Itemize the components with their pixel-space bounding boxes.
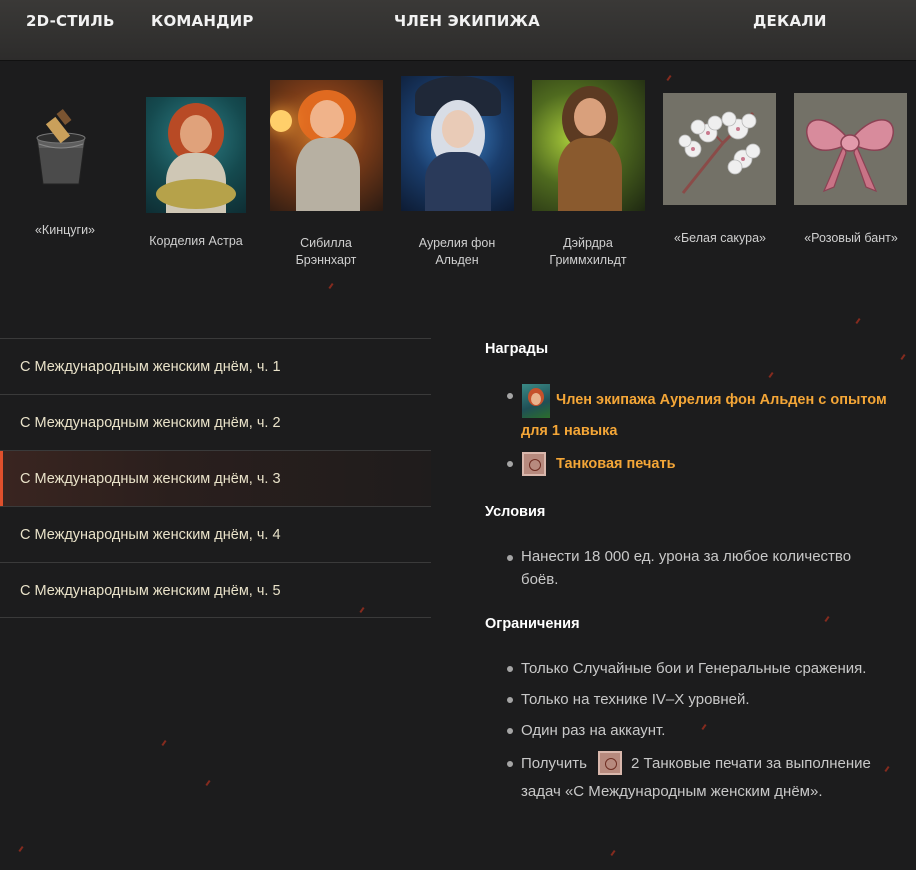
ember-decoration: [610, 849, 616, 857]
restriction-2: Только на технике IV–X уровней.: [521, 691, 750, 708]
ember-decoration: [855, 317, 861, 325]
restrictions-title: Ограничения: [485, 616, 580, 632]
bullet: [507, 393, 513, 399]
mission-item-3-active[interactable]: С Международным женским днём, ч. 3: [0, 450, 431, 506]
header-style: 2D-СТИЛЬ: [26, 12, 115, 30]
crew-reward-avatar: [522, 384, 550, 418]
condition-text-line2: боёв.: [521, 571, 559, 588]
commander-portrait[interactable]: [146, 97, 246, 213]
rewards-title: Награды: [485, 341, 549, 357]
restriction-3: Один раз на аккаунт.: [521, 722, 666, 739]
reward-tank-seal-link[interactable]: Танковая печать: [556, 448, 675, 480]
condition-text-line1: Нанести 18 000 ед. урона за любое количе…: [521, 548, 852, 565]
decal-pink-bow[interactable]: [794, 93, 907, 205]
decal-caption-sakura: «Белая сакура»: [674, 231, 766, 245]
restriction-4-line2: задач «С Международным женским днём».: [521, 783, 823, 800]
bullet: [507, 728, 513, 734]
page: 2D-СТИЛЬ КОМАНДИР ЧЛЕН ЭКИПИЖА ДЕКАЛИ «К…: [0, 0, 916, 870]
ember-decoration: [18, 845, 24, 853]
paint-bucket-icon[interactable]: [25, 108, 97, 188]
ember-decoration: [884, 765, 890, 773]
header-crew: ЧЛЕН ЭКИПИЖА: [394, 12, 540, 30]
header-decals: ДЕКАЛИ: [753, 12, 827, 30]
ember-decoration: [161, 739, 167, 747]
tank-seal-icon: [598, 751, 622, 775]
reward-crew-link-line2[interactable]: для 1 навыка: [521, 415, 617, 447]
bullet: [507, 697, 513, 703]
bullet: [507, 666, 513, 672]
ember-decoration: [900, 353, 906, 361]
mission-item-5[interactable]: С Международным женским днём, ч. 5: [0, 562, 431, 618]
ember-decoration: [768, 371, 774, 379]
decal-white-sakura[interactable]: [663, 93, 776, 205]
crew-caption-deirdre: Дэйрдра Гриммхильдт: [549, 236, 627, 267]
bullet: [507, 761, 513, 767]
mission-item-2[interactable]: С Международным женским днём, ч. 2: [0, 394, 431, 450]
restriction-4-line1: 2 Танковые печати за выполнение: [631, 755, 871, 772]
mission-list: С Международным женским днём, ч. 1 С Меж…: [0, 338, 431, 618]
header-commander: КОМАНДИР: [151, 12, 254, 30]
header-bar: 2D-СТИЛЬ КОМАНДИР ЧЛЕН ЭКИПИЖА ДЕКАЛИ: [0, 0, 916, 61]
ember-decoration: [666, 74, 672, 82]
reward-crew-link-line1[interactable]: Член экипажа Аурелия фон Альден с опытом: [556, 384, 887, 416]
ember-decoration: [328, 282, 334, 290]
conditions-title: Условия: [485, 504, 546, 520]
mission-item-4[interactable]: С Международным женским днём, ч. 4: [0, 506, 431, 562]
restriction-1: Только Случайные бои и Генеральные сраже…: [521, 660, 867, 677]
mission-item-1[interactable]: С Международным женским днём, ч. 1: [0, 338, 431, 394]
bullet: [507, 555, 513, 561]
crew-caption-aurelia: Аурелия фон Альден: [418, 236, 496, 267]
ember-decoration: [824, 615, 830, 623]
ember-decoration: [205, 779, 211, 787]
crew-portrait-sibilla[interactable]: [270, 80, 383, 211]
style-caption: «Кинцуги»: [34, 223, 96, 237]
commander-caption: Корделия Астра: [149, 234, 243, 248]
crew-portrait-aurelia[interactable]: [401, 76, 514, 211]
bullet: [507, 461, 513, 467]
tank-seal-icon: [522, 452, 546, 476]
decal-caption-bow: «Розовый бант»: [804, 231, 898, 245]
crew-caption-sibilla: Сибилла Брэннхарт: [295, 236, 357, 267]
ember-decoration: [701, 723, 707, 731]
crew-portrait-deirdre[interactable]: [532, 80, 645, 211]
restriction-4-prefix: Получить: [521, 755, 587, 772]
